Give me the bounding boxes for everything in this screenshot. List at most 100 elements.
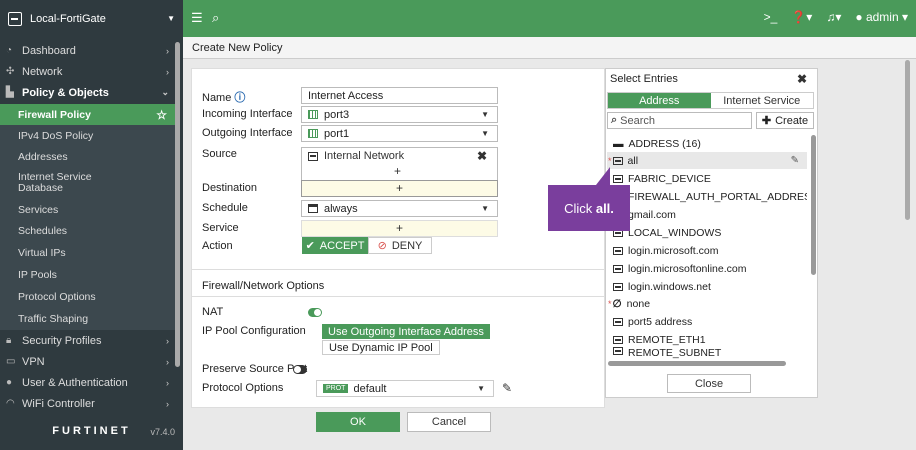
edit-pencil-icon[interactable]: ✎ bbox=[502, 381, 512, 395]
list-item[interactable]: LOCAL_WINDOWS bbox=[607, 224, 807, 241]
info-icon[interactable]: ⓘ bbox=[234, 92, 245, 104]
nat-toggle[interactable] bbox=[308, 308, 322, 317]
sidebar-item-security-profiles[interactable]: 🔒︎ Security Profiles › bbox=[0, 330, 183, 351]
tab-address[interactable]: Address bbox=[608, 93, 711, 108]
page-scrollbar[interactable] bbox=[905, 60, 910, 220]
top-bar: Local-FortiGate ▼ ☰ ⌕ >_ ❓▾ ♫▾ ● admin ▾ bbox=[0, 0, 916, 37]
sidebar-item-dashboard[interactable]: ◔ Dashboard › bbox=[0, 40, 183, 61]
search-icon[interactable]: ⌕ bbox=[212, 11, 219, 25]
divider bbox=[192, 296, 604, 297]
destination-field[interactable]: + bbox=[301, 180, 498, 197]
list-item[interactable]: REMOTE_ETH1 bbox=[607, 331, 807, 348]
sidebar-subitem-ip-pools[interactable]: IP Pools bbox=[0, 264, 175, 286]
list-vertical-scrollbar[interactable] bbox=[811, 135, 816, 275]
star-icon[interactable]: ☆ bbox=[156, 108, 167, 122]
sidebar-subitem-virtual-ips[interactable]: Virtual IPs bbox=[0, 242, 175, 264]
sidebar-subitem-traffic-shaping[interactable]: Traffic Shaping bbox=[0, 308, 175, 330]
ip-pool-label: IP Pool Configuration bbox=[202, 325, 306, 337]
admin-username: admin bbox=[865, 10, 899, 24]
sidebar-item-network[interactable]: ✣ Network › bbox=[0, 61, 183, 82]
deny-button[interactable]: ⊘ DENY bbox=[368, 237, 432, 254]
lock-icon: 🔒︎ bbox=[6, 335, 12, 346]
tab-label: Address bbox=[639, 94, 680, 107]
close-icon[interactable]: ✖ bbox=[797, 72, 807, 86]
chevron-right-icon: › bbox=[166, 45, 169, 56]
cli-console-icon[interactable]: >_ bbox=[764, 10, 778, 24]
protocol-badge: PROT bbox=[323, 384, 349, 393]
device-selector[interactable]: Local-FortiGate ▼ bbox=[0, 0, 183, 37]
list-horizontal-scrollbar[interactable] bbox=[608, 361, 786, 366]
admin-menu[interactable]: ● admin ▾ bbox=[855, 10, 908, 24]
protocol-options-select[interactable]: PROT default ▼ bbox=[316, 380, 494, 397]
list-item[interactable]: * ∅ none bbox=[607, 295, 807, 312]
sidebar-subitem-firewall-policy[interactable]: Firewall Policy ☆ bbox=[0, 104, 175, 125]
option-label: Use Outgoing Interface Address bbox=[328, 325, 484, 338]
sidebar-item-vpn[interactable]: ▭ VPN › bbox=[0, 351, 183, 372]
sidebar-item-user-authentication[interactable]: ● User & Authentication › bbox=[0, 372, 183, 393]
help-icon[interactable]: ❓▾ bbox=[791, 10, 812, 24]
search-input[interactable]: ⌕ Search bbox=[607, 112, 752, 129]
list-item[interactable]: login.windows.net bbox=[607, 278, 807, 295]
list-item[interactable]: gmail.com bbox=[607, 206, 807, 223]
preserve-source-port-toggle[interactable] bbox=[293, 365, 307, 374]
panel-title: Select Entries bbox=[610, 73, 678, 85]
device-name: Local-FortiGate bbox=[30, 12, 106, 25]
sidebar: ◔ Dashboard › ✣ Network › ▙ Policy & Obj… bbox=[0, 37, 183, 450]
select-entries-panel: Select Entries ✖ Address Internet Servic… bbox=[605, 68, 818, 398]
sidebar-subitem-internet-service-database[interactable]: Internet Service Database bbox=[0, 167, 175, 199]
remove-icon[interactable]: ✖ bbox=[477, 149, 487, 163]
notification-bell-icon[interactable]: ♫▾ bbox=[826, 10, 841, 24]
list-item[interactable]: port5 address bbox=[607, 313, 807, 330]
dropdown-arrow-icon: ▼ bbox=[477, 384, 485, 393]
hamburger-menu-icon[interactable]: ☰ bbox=[191, 11, 203, 25]
sidebar-subitem-label: Virtual IPs bbox=[18, 247, 66, 259]
ok-button[interactable]: OK bbox=[316, 412, 400, 432]
accept-button[interactable]: ✔ ACCEPT bbox=[302, 237, 368, 254]
address-icon bbox=[613, 246, 623, 255]
sidebar-subitem-ipv4-dos-policy[interactable]: IPv4 DoS Policy bbox=[0, 125, 175, 146]
list-item-all[interactable]: * all ✎ bbox=[607, 152, 807, 169]
sidebar-subitem-addresses[interactable]: Addresses bbox=[0, 146, 175, 167]
list-item[interactable]: login.microsoft.com bbox=[607, 242, 807, 259]
outgoing-interface-select[interactable]: port1 ▼ bbox=[301, 125, 498, 142]
use-dynamic-ip-pool-option[interactable]: Use Dynamic IP Pool bbox=[322, 340, 440, 355]
sidebar-item-label: VPN bbox=[22, 355, 45, 368]
list-item[interactable]: login.microsoftonline.com bbox=[607, 260, 807, 277]
address-icon bbox=[613, 317, 623, 326]
list-item-label: LOCAL_WINDOWS bbox=[628, 226, 722, 239]
edit-pencil-icon[interactable]: ✎ bbox=[791, 155, 799, 166]
chevron-down-icon: ⌄ bbox=[161, 87, 169, 97]
address-group-header[interactable]: ▬ ADDRESS (16) bbox=[607, 135, 807, 152]
list-item[interactable]: FIREWALL_AUTH_PORTAL_ADDRESS bbox=[607, 188, 807, 205]
plus-icon: ✚ bbox=[761, 115, 772, 127]
close-button[interactable]: Close bbox=[667, 374, 751, 393]
sidebar-subitem-label: IPv4 DoS Policy bbox=[18, 129, 94, 142]
sidebar-item-label: Security Profiles bbox=[22, 334, 102, 347]
name-value: Internet Access bbox=[308, 89, 384, 102]
use-outgoing-interface-option[interactable]: Use Outgoing Interface Address bbox=[322, 324, 490, 339]
incoming-interface-select[interactable]: port3 ▼ bbox=[301, 106, 498, 123]
address-icon bbox=[613, 347, 623, 355]
list-item[interactable]: REMOTE_SUBNET bbox=[607, 347, 807, 359]
add-source-icon[interactable]: + bbox=[394, 164, 401, 178]
sidebar-subitem-schedules[interactable]: Schedules bbox=[0, 220, 175, 242]
ok-label: OK bbox=[350, 416, 366, 428]
list-item[interactable]: FABRIC_DEVICE bbox=[607, 170, 807, 187]
sidebar-subitem-label: Schedules bbox=[18, 225, 68, 237]
tab-internet-service[interactable]: Internet Service bbox=[711, 93, 814, 108]
source-field[interactable]: Internal Network ✖ + bbox=[301, 147, 498, 181]
interface-icon bbox=[308, 129, 318, 138]
create-button[interactable]: ✚ Create bbox=[756, 112, 814, 129]
name-field[interactable]: Internet Access bbox=[301, 87, 498, 104]
service-field[interactable]: + bbox=[301, 220, 498, 237]
sidebar-scrollbar[interactable] bbox=[175, 42, 180, 367]
schedule-select[interactable]: always ▼ bbox=[301, 200, 498, 217]
tab-label: Internet Service bbox=[723, 94, 801, 107]
create-label: Create bbox=[775, 114, 809, 127]
cancel-button[interactable]: Cancel bbox=[407, 412, 491, 432]
sidebar-subitem-services[interactable]: Services bbox=[0, 199, 175, 220]
sidebar-subitem-protocol-options[interactable]: Protocol Options bbox=[0, 286, 175, 308]
outgoing-interface-label: Outgoing Interface bbox=[202, 127, 293, 139]
list-item-label: login.windows.net bbox=[628, 280, 711, 293]
sidebar-item-policy-objects[interactable]: ▙ Policy & Objects ⌄ bbox=[0, 82, 183, 103]
